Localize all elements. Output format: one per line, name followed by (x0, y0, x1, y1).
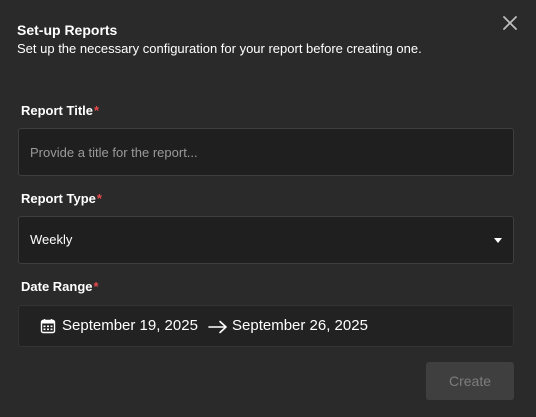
close-icon[interactable] (501, 14, 519, 32)
arrow-right-icon (208, 320, 227, 334)
report-type-select[interactable]: Weekly (18, 216, 514, 264)
setup-reports-dialog: Set-up Reports Set up the necessary conf… (0, 0, 536, 417)
create-button[interactable]: Create (426, 362, 514, 400)
report-type-label: Report Type* (21, 191, 102, 206)
dialog-subtitle: Set up the necessary configuration for y… (17, 41, 422, 56)
date-range-label-text: Date Range (21, 279, 93, 294)
report-type-label-text: Report Type (21, 191, 96, 206)
dialog-title: Set-up Reports (17, 22, 118, 38)
date-range-picker[interactable]: September 19, 2025 September 26, 2025 (18, 305, 514, 347)
report-title-label-text: Report Title (21, 103, 93, 118)
report-title-label: Report Title* (21, 103, 99, 118)
report-title-field (18, 128, 514, 176)
report-type-value: Weekly (30, 232, 73, 247)
required-marker: * (93, 279, 99, 294)
report-title-input[interactable] (19, 129, 513, 175)
required-marker: * (94, 103, 100, 118)
calendar-icon (40, 319, 56, 334)
date-range-end[interactable]: September 26, 2025 (232, 317, 368, 334)
date-range-start[interactable]: September 19, 2025 (62, 317, 198, 334)
chevron-down-icon (494, 238, 502, 243)
required-marker: * (96, 191, 102, 206)
date-range-label: Date Range* (21, 279, 99, 294)
